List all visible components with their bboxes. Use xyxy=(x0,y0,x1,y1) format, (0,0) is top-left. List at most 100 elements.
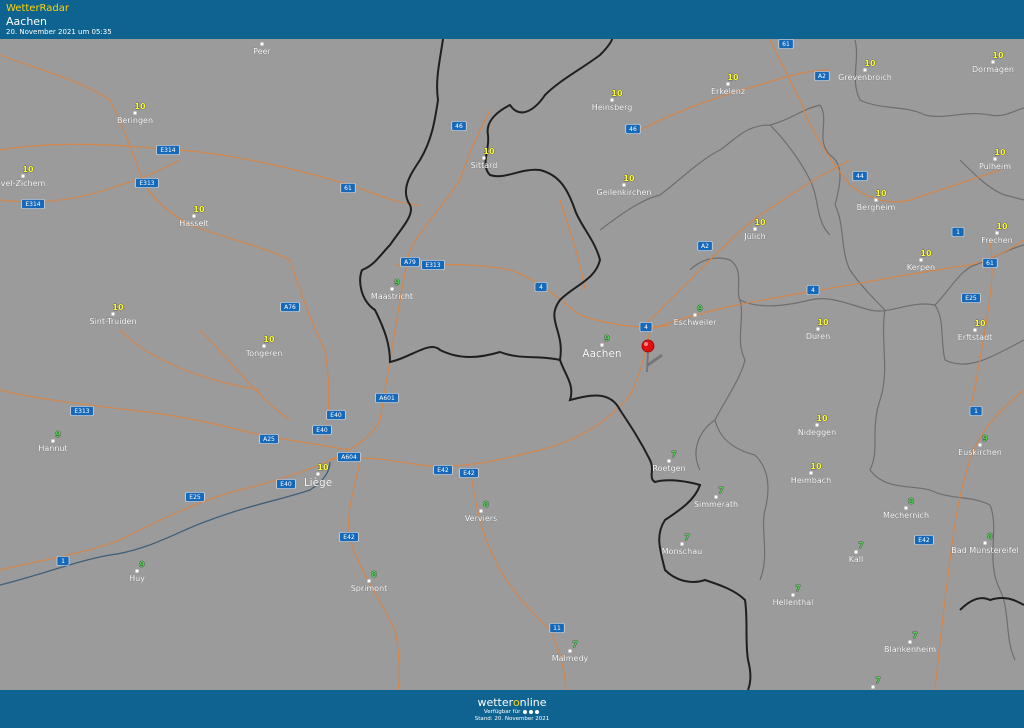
city-name: Hasselt xyxy=(179,219,209,228)
road-sign-label: E314 xyxy=(160,147,175,154)
city-dot xyxy=(192,214,196,218)
city-dot xyxy=(693,313,697,317)
road-sign: E40 xyxy=(276,479,296,489)
city-dot xyxy=(133,111,137,115)
temperature-value: 10 xyxy=(920,249,932,258)
brand-logo[interactable]: wetteronline xyxy=(0,696,1024,709)
city-dot xyxy=(854,550,858,554)
road-sign: E314 xyxy=(21,199,45,209)
city-dot xyxy=(871,685,875,689)
road-sign: E42 xyxy=(339,532,359,542)
city-dot xyxy=(863,68,867,72)
temperature-value: 8 xyxy=(483,500,489,509)
temperature-value: 10 xyxy=(992,51,1004,60)
road-sign: 1 xyxy=(56,556,70,566)
app-title: WetterRadar xyxy=(6,3,70,14)
temperature-value: 10 xyxy=(193,205,205,214)
city-name: Heimbach xyxy=(791,476,831,485)
road-sign: E42 xyxy=(459,468,479,478)
city-name: Kall xyxy=(849,555,863,564)
weather-map[interactable]: 61 46 A2 46 E314 E313 E314 61 44 A2 A79 E313 A76 4 4 4 1… xyxy=(0,39,1024,690)
temperature-value: 7 xyxy=(671,450,677,459)
temperature-value: 10 xyxy=(817,318,829,327)
availability-line: Verfügbar für xyxy=(0,709,1024,716)
temperature-value: 10 xyxy=(623,174,635,183)
road-sign: E25 xyxy=(961,293,981,303)
road-sign-label: 1 xyxy=(956,229,960,236)
city-name: Frechen xyxy=(981,236,1013,245)
city-dot xyxy=(568,649,572,653)
temperature-value: 10 xyxy=(875,189,887,198)
header-bar: WetterRadar Aachen 20. November 2021 um … xyxy=(0,0,1024,39)
temperature-value: 10 xyxy=(864,59,876,68)
road-sign-label: E40 xyxy=(316,427,328,434)
city-dot xyxy=(726,82,730,86)
city-name: Kerpen xyxy=(907,263,935,272)
temperature-value: 9 xyxy=(604,334,610,343)
city-name: Hellenthal xyxy=(773,598,814,607)
city-dot xyxy=(610,98,614,102)
city-name: Erftstadt xyxy=(958,333,993,342)
city-dot xyxy=(51,439,55,443)
city-dot xyxy=(260,42,264,46)
location-name: Aachen xyxy=(6,15,48,28)
city-name: Heinsberg xyxy=(592,103,633,112)
temperature-value: 7 xyxy=(684,533,690,542)
city-name: Aachen xyxy=(582,348,621,360)
road-sign: A2 xyxy=(697,241,713,251)
temperature-value: 8 xyxy=(908,497,914,506)
road-sign-label: 46 xyxy=(455,123,463,130)
city-dot xyxy=(874,198,878,202)
road-sign-label: A25 xyxy=(263,436,275,443)
temperature-value: 7 xyxy=(875,676,881,685)
road-sign-label: A2 xyxy=(701,243,709,250)
city-name: Hannut xyxy=(38,444,67,453)
city-name: Erkelenz xyxy=(711,87,745,96)
road-sign-label: E25 xyxy=(965,295,977,302)
city-name: Beringen xyxy=(117,116,153,125)
temperature-value: 9 xyxy=(697,304,703,313)
temperature-value: 7 xyxy=(572,640,578,649)
road-sign-label: E25 xyxy=(189,494,201,501)
city-dot xyxy=(809,471,813,475)
city-name: Pulheim xyxy=(979,162,1011,171)
temperature-value: 7 xyxy=(795,584,801,593)
road-sign-label: E313 xyxy=(74,408,89,415)
road-sign-label: E40 xyxy=(280,481,292,488)
city-dot xyxy=(791,593,795,597)
city-name: Blankenheim xyxy=(884,645,936,654)
city-dot xyxy=(753,227,757,231)
road-sign-label: E40 xyxy=(330,412,342,419)
temperature-value: 8 xyxy=(987,532,993,541)
city-name: Jülich xyxy=(743,232,765,241)
temperature-value: 10 xyxy=(974,319,986,328)
city-dot xyxy=(667,459,671,463)
temperature-value: 7 xyxy=(912,631,918,640)
city-dot xyxy=(367,579,371,583)
temperature-value: 10 xyxy=(611,89,623,98)
road-sign-label: A79 xyxy=(404,259,416,266)
road-sign: E25 xyxy=(185,492,205,502)
temperature-value: 10 xyxy=(816,414,828,423)
city-name: Mechernich xyxy=(883,511,929,520)
road-sign: A79 xyxy=(400,257,420,267)
road-sign: E42 xyxy=(433,465,453,475)
map-canvas: 6146A246E314E313E3146144A2A79 E313A764 441… xyxy=(0,39,1024,690)
temperature-value: 9 xyxy=(982,434,988,443)
temperature-value: 10 xyxy=(134,102,146,111)
road-sign: 61 xyxy=(340,183,356,193)
city-dot xyxy=(904,506,908,510)
platform-dot-icon xyxy=(529,709,534,714)
city-name: Geilenkirchen xyxy=(597,188,652,197)
city-name: Dormagen xyxy=(972,65,1014,74)
road-sign-label: E313 xyxy=(425,262,440,269)
city-name: Simmerath xyxy=(694,500,738,509)
city-name: Eschweiler xyxy=(674,318,718,327)
city-dot xyxy=(479,509,483,513)
stand-date: Stand: 20. November 2021 xyxy=(474,716,550,722)
temperature-value: 10 xyxy=(263,335,275,344)
city-dot xyxy=(316,472,320,476)
road-sign-label: 44 xyxy=(856,173,864,180)
city-dot xyxy=(919,258,923,262)
road-sign: A25 xyxy=(259,434,279,444)
